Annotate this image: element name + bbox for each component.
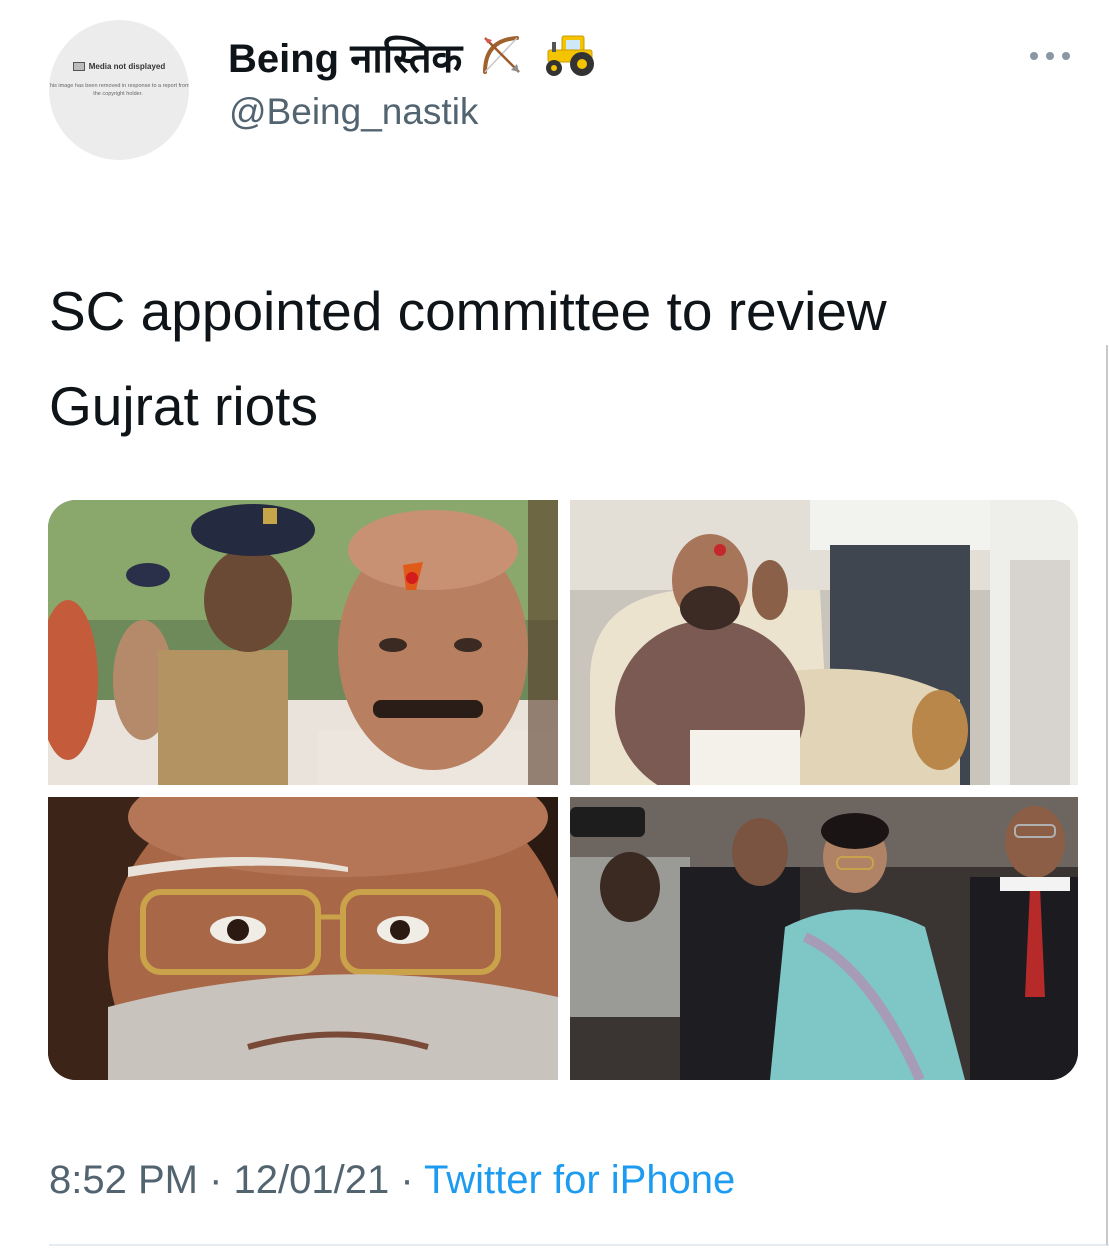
- meta-separator: ·: [389, 1158, 425, 1202]
- media-not-displayed-title: Media not displayed: [49, 62, 189, 72]
- tweet-source-link[interactable]: Twitter for iPhone: [424, 1158, 735, 1202]
- bow-and-arrow-icon: [479, 32, 525, 91]
- tractor-icon: [542, 32, 602, 91]
- avatar[interactable]: Media not displayed This image has been …: [49, 20, 189, 160]
- image-placeholder-icon: [72, 62, 85, 72]
- more-options-icon[interactable]: [1030, 46, 1074, 66]
- photo-2[interactable]: [570, 500, 1078, 785]
- photo-1[interactable]: [48, 500, 558, 785]
- media-grid: [48, 500, 1078, 1080]
- tweet-text-line: Gujrat riots: [49, 375, 318, 437]
- divider: [49, 1244, 1109, 1246]
- tweet-text-line: SC appointed committee to review: [49, 280, 887, 342]
- meta-separator: ·: [197, 1158, 234, 1202]
- author-display-name[interactable]: Being नास्तिक: [228, 32, 602, 91]
- author-handle[interactable]: @Being_nastik: [229, 88, 478, 136]
- photo-4[interactable]: [570, 797, 1078, 1080]
- tweet-text: SC appointed committee to review Gujrat …: [49, 264, 1059, 454]
- photo-3[interactable]: [48, 797, 558, 1080]
- media-removed-note: This image has been removed in response …: [49, 83, 189, 97]
- author-name-text: Being नास्तिक: [228, 37, 463, 82]
- tweet-date[interactable]: 12/01/21: [234, 1158, 390, 1202]
- tweet-metadata: 8:52 PM · 12/01/21 · Twitter for iPhone: [49, 1153, 735, 1207]
- tweet-time[interactable]: 8:52 PM: [49, 1158, 198, 1202]
- scrollbar[interactable]: [1106, 345, 1108, 1245]
